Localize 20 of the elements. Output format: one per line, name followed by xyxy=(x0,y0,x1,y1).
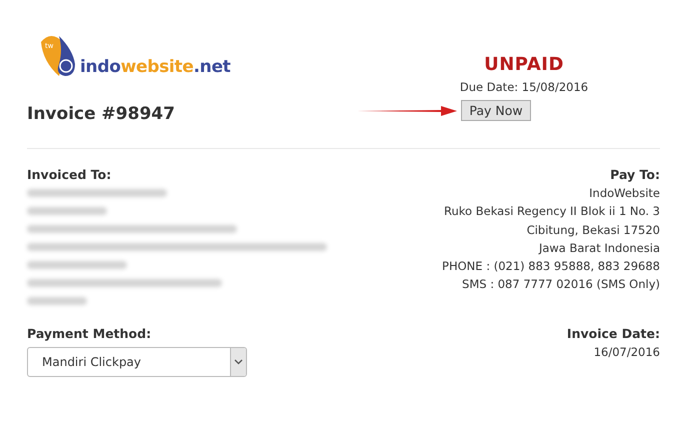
address-line: Jawa Barat Indonesia xyxy=(538,240,660,257)
invoice-date: 16/07/2016 xyxy=(594,344,660,361)
redacted-line xyxy=(27,297,87,305)
logo-drop-drawing xyxy=(41,36,75,76)
section-heading: Pay To: xyxy=(610,167,660,182)
payment-method-select[interactable]: Mandiri Clickpay xyxy=(27,347,247,377)
logo-wordmark: indowebsite.net xyxy=(80,59,231,78)
address-line: IndoWebsite xyxy=(589,185,660,202)
pay-now-button[interactable]: Pay Now xyxy=(461,100,531,121)
address-line: Cibitung, Bekasi 17520 xyxy=(526,222,660,239)
status-label: UNPAID xyxy=(484,54,564,75)
caret-icon xyxy=(234,359,243,365)
section-heading: Payment Method: xyxy=(27,326,152,341)
invoice-title: Invoice #98947 xyxy=(27,104,176,124)
section-heading: Invoice Date: xyxy=(566,326,660,341)
section-heading: Invoiced To: xyxy=(27,167,112,182)
address-line: PHONE : (021) 883 95888, 883 29688 xyxy=(442,258,660,276)
due-date: Due Date: 15/08/2016 xyxy=(460,80,588,94)
address-line: Ruko Bekasi Regency II Blok ii 1 No. 3 xyxy=(444,203,660,220)
address-line: SMS : 087 7777 02016 (SMS Only) xyxy=(462,276,660,294)
